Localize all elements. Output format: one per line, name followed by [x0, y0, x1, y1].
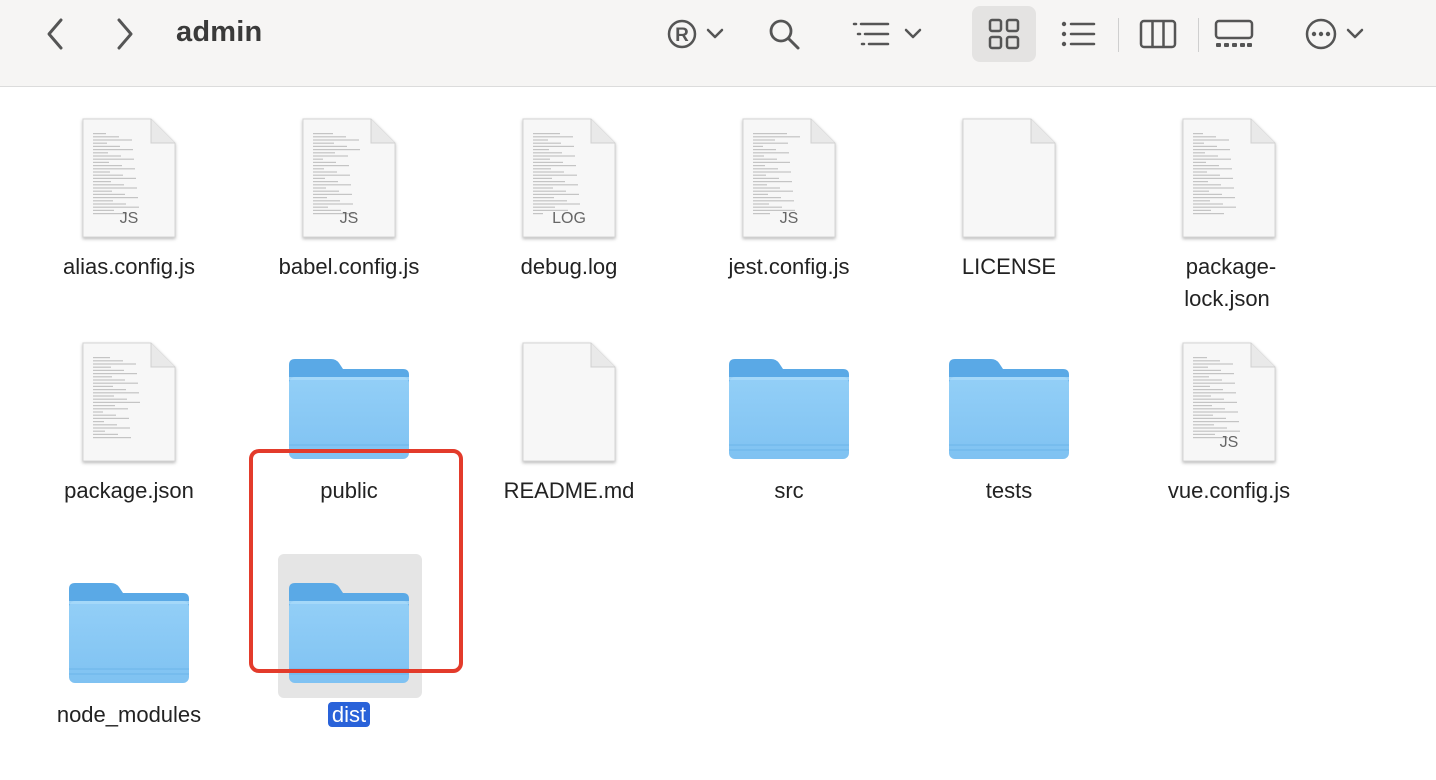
gallery-view-icon: [1214, 19, 1254, 47]
item-label-text: alias.config.js: [62, 254, 196, 279]
item-label: LICENSE: [909, 251, 1109, 283]
item-label: alias.config.js: [29, 251, 229, 283]
icon-grid-view-icon: [988, 18, 1020, 50]
document-icon: JS: [59, 115, 199, 255]
toolbar-divider: [1118, 18, 1119, 52]
column-view-button[interactable]: [1136, 14, 1180, 54]
folder-icon: [939, 339, 1079, 479]
chevron-right-icon: [117, 18, 133, 50]
folder-item-node-modules[interactable]: node_modules: [29, 535, 229, 745]
item-label: tests: [909, 475, 1109, 507]
item-label: dist: [249, 699, 449, 731]
folder-icon: [719, 339, 859, 479]
svg-text:LOG: LOG: [552, 210, 586, 227]
window-title: admin: [176, 16, 263, 48]
item-label-text: debug.log: [520, 254, 618, 279]
document-icon: LOG: [499, 115, 639, 255]
svg-text:JS: JS: [340, 210, 359, 227]
more-actions-button[interactable]: [1296, 14, 1372, 54]
item-label: src: [689, 475, 889, 507]
item-label: node_modules: [29, 699, 229, 731]
document-icon: JS: [1159, 339, 1299, 479]
column-view-icon: [1139, 19, 1177, 49]
svg-text:R: R: [675, 25, 689, 46]
item-label: babel.config.js: [249, 251, 449, 283]
toolbar-divider: [1198, 18, 1199, 52]
svg-text:JS: JS: [1220, 434, 1239, 451]
sort-list-icon: [852, 22, 890, 46]
item-label-text: README.md: [503, 478, 635, 503]
finder-toolbar: admin R: [0, 0, 1436, 87]
file-item-jest-config-js[interactable]: JS jest.config.js: [689, 87, 889, 297]
file-item-vue-config-js[interactable]: JS vue.config.js: [1129, 311, 1329, 521]
file-grid: JS alias.config.js JS babel.config.js LO…: [0, 87, 1436, 780]
folder-item-src[interactable]: src: [689, 311, 889, 521]
chevron-down-icon: [1346, 28, 1364, 39]
chevron-down-icon: [904, 28, 922, 39]
back-button[interactable]: [38, 14, 72, 54]
item-label-text: src: [774, 478, 804, 503]
annotation-box: [249, 449, 463, 673]
chevron-left-icon: [47, 18, 63, 50]
folder-item-tests[interactable]: tests: [909, 311, 1109, 521]
document-icon: JS: [719, 115, 859, 255]
svg-text:JS: JS: [120, 210, 139, 227]
file-item-alias-config-js[interactable]: JS alias.config.js: [29, 87, 229, 297]
chevron-down-icon: [706, 28, 724, 39]
group-menu-button[interactable]: R: [660, 14, 730, 54]
forward-button[interactable]: [108, 14, 142, 54]
sort-button[interactable]: [846, 14, 926, 54]
item-label-text: babel.config.js: [278, 254, 420, 279]
item-label-text: package-lock.json: [1184, 254, 1277, 311]
item-label: vue.config.js: [1129, 475, 1329, 507]
document-icon: [499, 339, 639, 479]
document-icon: [1159, 115, 1299, 255]
folder-icon: [59, 563, 199, 703]
list-view-button[interactable]: [1056, 14, 1100, 54]
document-icon: JS: [279, 115, 419, 255]
item-label-text: dist: [327, 702, 371, 727]
search-icon: [769, 19, 800, 50]
search-button[interactable]: [764, 14, 804, 54]
item-label: README.md: [469, 475, 669, 507]
item-label-text: vue.config.js: [1167, 478, 1291, 503]
file-item-license[interactable]: LICENSE: [909, 87, 1109, 297]
item-label: debug.log: [469, 251, 669, 283]
item-label-text: jest.config.js: [728, 254, 850, 279]
item-label-text: package.json: [64, 478, 194, 503]
more-icon: [1305, 18, 1337, 50]
file-item-debug-log[interactable]: LOG debug.log: [469, 87, 669, 297]
file-item-readme-md[interactable]: README.md: [469, 311, 669, 521]
item-label: package.json: [29, 475, 229, 507]
item-label-text: tests: [985, 478, 1033, 503]
item-label-text: node_modules: [56, 702, 202, 727]
document-icon: [939, 115, 1079, 255]
document-icon: [59, 339, 199, 479]
svg-text:JS: JS: [780, 210, 799, 227]
registered-icon: R: [667, 19, 697, 49]
item-label-text: LICENSE: [961, 254, 1057, 279]
file-item-babel-config-js[interactable]: JS babel.config.js: [249, 87, 449, 297]
list-view-icon: [1061, 21, 1096, 47]
icon-view-button[interactable]: [972, 6, 1036, 62]
gallery-view-button[interactable]: [1210, 14, 1258, 54]
file-item-package-lock-json[interactable]: package-lock.json: [1129, 87, 1329, 311]
file-item-package-json[interactable]: package.json: [29, 311, 229, 521]
item-label: package-lock.json: [1169, 251, 1289, 315]
item-label: jest.config.js: [689, 251, 889, 283]
